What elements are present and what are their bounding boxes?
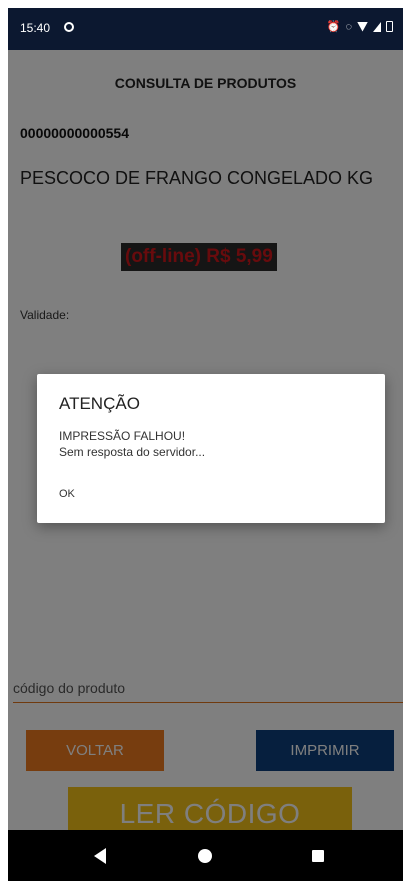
data-saver-icon: ◌ bbox=[345, 20, 352, 33]
dialog-message-line: Sem resposta do servidor... bbox=[59, 445, 206, 459]
dialog-ok-button[interactable]: OK bbox=[59, 488, 75, 500]
dialog-message: IMPRESSÃO FALHOU! Sem resposta do servid… bbox=[59, 428, 205, 460]
battery-icon bbox=[386, 21, 393, 32]
wifi-icon bbox=[357, 21, 368, 32]
home-icon[interactable] bbox=[198, 849, 212, 863]
alert-dialog: ATENÇÃO IMPRESSÃO FALHOU! Sem resposta d… bbox=[37, 374, 385, 523]
dialog-title: ATENÇÃO bbox=[59, 394, 140, 413]
back-icon[interactable] bbox=[94, 848, 106, 864]
app-notification-icon bbox=[64, 22, 74, 32]
status-icons: ⏰ ◌ bbox=[327, 20, 393, 33]
alarm-icon: ⏰ bbox=[326, 21, 341, 33]
status-time: 15:40 bbox=[20, 21, 51, 35]
navigation-bar bbox=[8, 830, 403, 881]
signal-icon bbox=[373, 21, 381, 32]
phone-screen: 15:40 ⏰ ◌ CONSULTA DE PRODUTOS 000000000… bbox=[8, 8, 403, 881]
recents-icon[interactable] bbox=[312, 850, 324, 862]
status-bar: 15:40 ⏰ ◌ bbox=[8, 8, 403, 50]
dialog-message-line: IMPRESSÃO FALHOU! bbox=[59, 429, 186, 443]
